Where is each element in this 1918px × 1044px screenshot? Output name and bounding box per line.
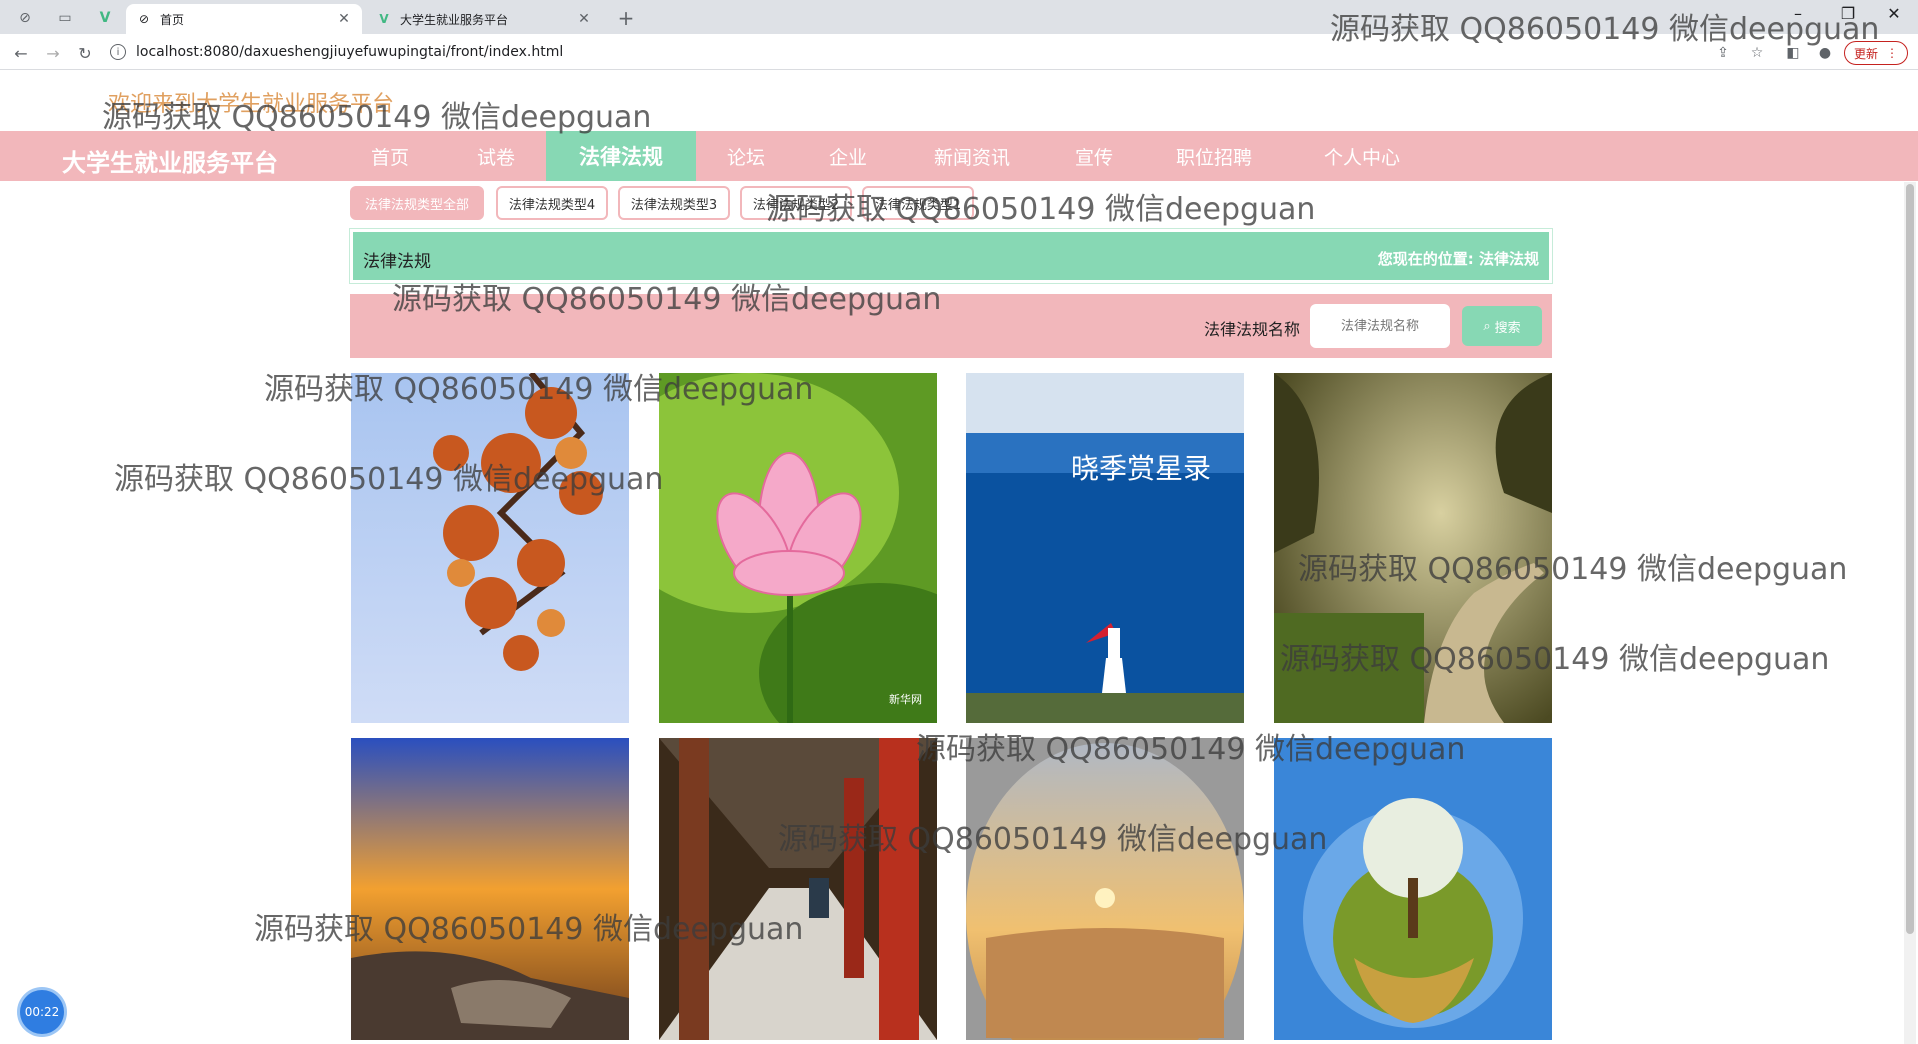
lotus-flower-image: 新华网 [659,373,937,723]
share-icon[interactable]: ⇪ [1712,42,1734,64]
menu-dots-icon: ⋮ [1886,46,1898,60]
vue-icon: V [379,12,389,26]
search-button[interactable]: ⌕ 搜索 [1462,306,1542,346]
close-icon[interactable]: ✕ [336,11,352,27]
search-button-label: 搜索 [1494,320,1521,336]
card-planet-tree[interactable] [1274,738,1552,1040]
address-bar: ← → ↻ i localhost:8080/daxueshengjiuyefu… [0,34,1918,70]
close-window-icon[interactable]: ✕ [1874,4,1914,23]
url-text: localhost:8080/daxueshengjiuyefuwupingta… [136,44,564,60]
close-icon[interactable]: ✕ [576,11,592,27]
search-input[interactable] [1310,304,1450,348]
planet-tree-image [1274,738,1552,1040]
nav-laws[interactable]: 法律法规 [546,131,696,181]
card-sea-girl[interactable]: 晓季赏星录 [966,373,1244,723]
browser-tab-bar: ⊘ ▭ V ⊘ 首页 ✕ V 大学生就业服务平台 ✕ + – ❐ ✕ [0,0,1918,34]
nav-forum[interactable]: 论坛 [716,131,776,181]
pinned-tab-icon[interactable]: ⊘ [12,6,38,30]
brand-title: 大学生就业服务平台 [62,149,278,177]
card-autumn-leaves[interactable] [351,373,629,723]
tab-home[interactable]: ⊘ 首页 ✕ [126,4,362,34]
lotus-caption: 新华网 [889,692,922,706]
nav-exam[interactable]: 试卷 [466,131,526,181]
star-icon[interactable]: ☆ [1746,42,1768,64]
welcome-text: 欢迎来到大学生就业服务平台 [108,92,395,117]
tab-title: 首页 [160,12,185,27]
forest-path-image [1274,373,1552,723]
nav-profile[interactable]: 个人中心 [1312,131,1412,181]
page-scrollbar[interactable] [1904,182,1916,1044]
filter-type-4[interactable]: 法律法规类型4 [496,186,608,220]
filter-type-3[interactable]: 法律法规类型3 [618,186,730,220]
update-label: 更新 [1853,46,1878,61]
scrollbar-thumb[interactable] [1906,184,1914,934]
pinned-tab-vue-icon[interactable]: V [92,6,118,30]
recording-timer: 00:22 [20,990,64,1034]
sea-girl-image: 晓季赏星录 [966,373,1244,723]
profile-icon[interactable]: ● [1814,42,1836,64]
autumn-leaves-image [351,373,629,723]
page-title: 法律法规 [363,252,431,272]
pinned-tab-mail-icon[interactable]: ▭ [52,6,78,30]
search-icon: ⌕ [1483,318,1491,334]
nav-company[interactable]: 企业 [818,131,878,181]
desert-sunset-image [966,738,1244,1040]
filter-type-2[interactable]: 法律法规类型2 [740,186,852,220]
nav-jobs[interactable]: 职位招聘 [1164,131,1264,181]
tab-platform[interactable]: V 大学生就业服务平台 ✕ [366,4,602,34]
url-field[interactable]: i localhost:8080/daxueshengjiuyefuwuping… [110,39,1710,65]
filter-type-1[interactable]: 法律法规类型1 [862,186,974,220]
forward-icon[interactable]: → [42,42,64,64]
tab-title: 大学生就业服务平台 [400,12,509,27]
minimize-icon[interactable]: – [1778,4,1818,23]
main-navbar: 大学生就业服务平台 首页 试卷 法律法规 论坛 企业 新闻资讯 宣传 职位招聘 … [0,131,1918,181]
info-icon[interactable]: i [110,44,126,60]
red-corridor-image [659,738,937,1040]
card-sunset-beach[interactable] [351,738,629,1040]
card-desert-sunset[interactable] [966,738,1244,1040]
card-forest-path[interactable] [1274,373,1552,723]
nav-promo[interactable]: 宣传 [1064,131,1124,181]
search-bar: 法律法规名称 ⌕ 搜索 [350,294,1552,358]
nav-news[interactable]: 新闻资讯 [922,131,1022,181]
new-tab-button[interactable]: + [614,6,638,30]
breadcrumb: 您现在的位置: 法律法规 [1378,248,1539,269]
sunset-beach-image [351,738,629,1040]
globe-icon: ⊘ [138,12,150,26]
reload-icon[interactable]: ↻ [74,42,96,64]
card-red-corridor[interactable] [659,738,937,1040]
restore-icon[interactable]: ❐ [1828,4,1868,23]
filter-all[interactable]: 法律法规类型全部 [350,186,484,220]
update-button[interactable]: 更新 ⋮ [1844,41,1908,65]
sea-caption: 晓季赏星录 [1071,452,1211,485]
card-lotus[interactable]: 新华网 [659,373,937,723]
breadcrumb-bar: 法律法规 您现在的位置: 法律法规 [350,229,1552,283]
search-label: 法律法规名称 [1204,320,1301,339]
back-icon[interactable]: ← [10,42,32,64]
nav-home[interactable]: 首页 [360,131,420,181]
breadcrumb-current[interactable]: 法律法规 [1479,250,1539,268]
breadcrumb-label: 您现在的位置: [1377,250,1474,268]
sidepanel-icon[interactable]: ◧ [1782,42,1804,64]
